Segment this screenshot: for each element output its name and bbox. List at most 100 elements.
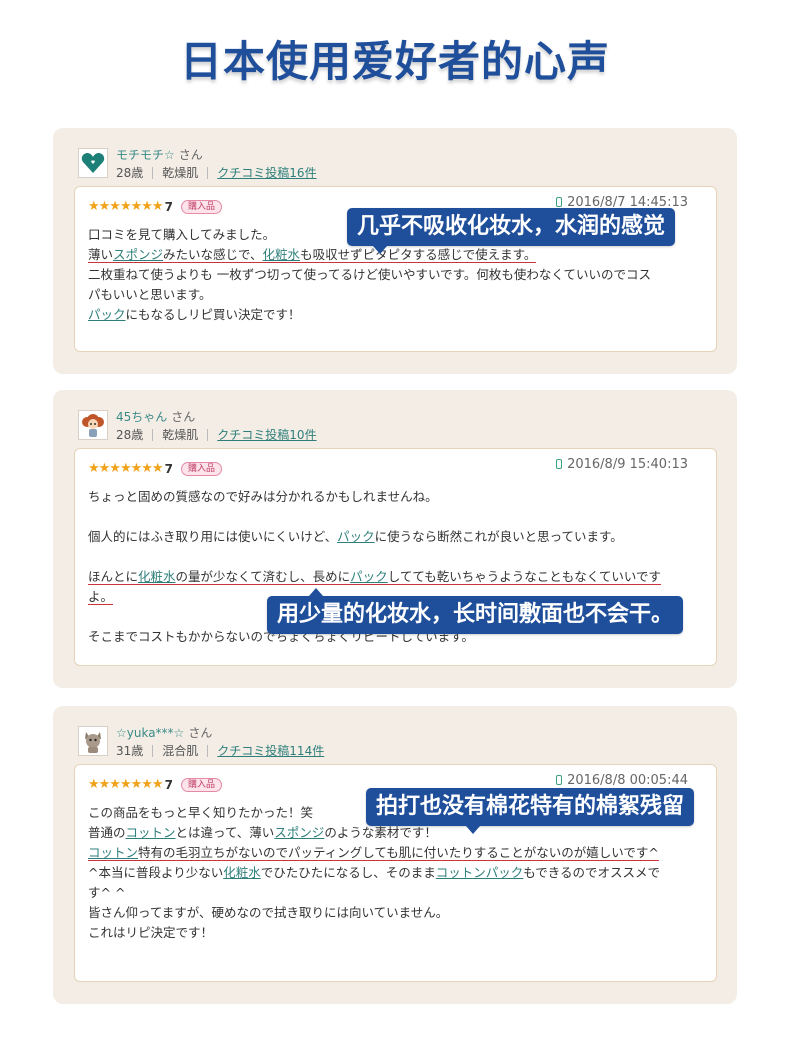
text-segment: ちょっと固めの質感なので好みは分かれるかもしれませんね。 <box>88 489 438 504</box>
star-rating-icon: ★★★★★★★ <box>88 777 164 792</box>
review-line: ちょっと固めの質感なので好みは分かれるかもしれませんね。 <box>88 487 688 507</box>
text-segment: 普通の <box>88 825 126 840</box>
translation-callout: 几乎不吸收化妆水，水润的感觉 <box>347 208 676 254</box>
review-date-text: 2016/8/8 00:05:44 <box>567 773 688 788</box>
keyword-link[interactable]: コットン <box>88 845 138 860</box>
keyword-link[interactable]: 化粧水 <box>223 865 261 880</box>
divider <box>152 745 154 757</box>
heart-avatar-icon[interactable]: ♥ <box>78 148 108 178</box>
purchased-badge: 購入品 <box>180 199 222 214</box>
keyword-link[interactable]: コットンパック <box>436 865 524 880</box>
divider <box>207 167 209 179</box>
rating-value: 7 <box>164 199 173 214</box>
divider <box>207 745 209 757</box>
skin-type: 乾燥肌 <box>162 428 199 442</box>
review-count-link[interactable]: クチコミ投稿10件 <box>217 426 316 443</box>
callout-pointer <box>373 246 387 254</box>
review-line: これはリピ決定です！ <box>88 923 688 943</box>
keyword-link[interactable]: 化粧水 <box>138 569 176 584</box>
review-line: 薄いスポンジみたいな感じで、化粧水も吸収せずピタピタする感じで使えます。 <box>88 245 688 265</box>
review-date: 2016/8/8 00:05:44 <box>556 773 688 788</box>
text-segment: みたいな感じで、 <box>163 247 263 262</box>
mobile-phone-icon <box>556 775 563 785</box>
girl-avatar-icon[interactable] <box>78 410 108 440</box>
keyword-link[interactable]: パック <box>88 307 126 322</box>
divider <box>207 429 209 441</box>
review-line: ほんとに化粧水の量が少なくて済むし、長めにパックしてても乾いちゃうようなこともな… <box>88 567 688 587</box>
text-segment: この商品をもっと早く知りたかった！笑 <box>88 805 314 820</box>
callout-text: 几乎不吸收化妆水，水润的感觉 <box>357 214 666 239</box>
divider <box>152 429 154 441</box>
callout-pointer <box>309 588 323 596</box>
review-line: パックにもなるしリピ買い決定です！ <box>88 305 688 325</box>
mobile-phone-icon <box>556 197 563 207</box>
text-segment: 個人的にはふき取り用には使いにくいけど、 <box>88 529 338 544</box>
honorific: さん <box>171 410 196 424</box>
text-segment: 二枚重ねて使うよりも 一枚ずつ切って使ってるけど使いやすいです。何枚も使わなくて… <box>88 267 651 282</box>
reviewer-name[interactable]: 45ちゃん さん <box>116 408 195 425</box>
text-segment: に使うなら断然これが良いと思っています。 <box>374 529 623 544</box>
keyword-link[interactable]: スポンジ <box>274 825 324 840</box>
review-date: 2016/8/9 15:40:13 <box>556 457 688 472</box>
star-rating-icon: ★★★★★★★ <box>88 199 164 214</box>
keyword-link[interactable]: パック <box>350 569 388 584</box>
text-segment: これはリピ決定です！ <box>88 925 214 940</box>
keyword-link[interactable]: コットン <box>126 825 176 840</box>
text-segment: のような素材です！ <box>324 825 437 840</box>
rating-row: ★★★★★★★ 7 購入品 <box>88 196 222 214</box>
mobile-phone-icon <box>556 459 563 469</box>
text-segment: も吸収せずピタピタする感じで使えます。 <box>300 247 537 262</box>
reviewer-age: 31歳 <box>116 744 144 758</box>
reviewer-meta: 28歳 乾燥肌 クチコミ投稿10件 <box>116 426 317 443</box>
page-title: 日本使用爱好者的心声 <box>179 37 610 86</box>
review-card: ♥ モチモチ☆ さん 28歳 乾燥肌 クチコミ投稿16件 ★★★★★★★ 7 購入品 20… <box>53 128 737 374</box>
highlighted-sentence: よ。 <box>88 589 114 605</box>
keyword-link[interactable]: スポンジ <box>113 247 163 262</box>
skin-type: 混合肌 <box>162 744 199 758</box>
keyword-link[interactable]: パック <box>337 529 375 544</box>
skin-type: 乾燥肌 <box>162 166 199 180</box>
reviewer-meta: 28歳 乾燥肌 クチコミ投稿16件 <box>116 164 317 181</box>
callout-text: 用少量的化妆水，长时间敷面也不会干。 <box>277 602 674 627</box>
reviewer-age: 28歳 <box>116 428 144 442</box>
callout-text: 拍打也没有棉花特有的棉絮残留 <box>376 794 685 819</box>
purchased-badge: 購入品 <box>180 777 222 792</box>
text-segment: の量が少なくて済むし、長めに <box>175 569 351 584</box>
reviewer-meta: 31歳 混合肌 クチコミ投稿114件 <box>116 742 324 759</box>
review-line: ^本当に普段より少ない化粧水でひたひたになるし、そのままコットンパックもできるの… <box>88 863 688 883</box>
highlighted-sentence: 薄いスポンジみたいな感じで、化粧水も吸収せずピタピタする感じで使えます。 <box>88 247 537 263</box>
keyword-link[interactable]: 化粧水 <box>263 247 301 262</box>
highlighted-sentence: コットン特有の毛羽立ちがないのでパッティングしても肌に付いたりすることがないのが… <box>88 845 659 861</box>
reviewer-name-text[interactable]: モチモチ☆ <box>116 148 175 162</box>
cat-avatar-icon[interactable] <box>78 726 108 756</box>
purchased-badge: 購入品 <box>180 461 222 476</box>
review-count-link[interactable]: クチコミ投稿16件 <box>217 164 316 181</box>
text-segment: でひたひたになるし、そのまま <box>260 865 436 880</box>
reviewer-name[interactable]: モチモチ☆ さん <box>116 146 203 163</box>
reviewer-name-text[interactable]: 45ちゃん <box>116 410 167 424</box>
review-line: 個人的にはふき取り用には使いにくいけど、パックに使うなら断然これが良いと思ってい… <box>88 527 688 547</box>
review-line: 二枚重ねて使うよりも 一枚ずつ切って使ってるけど使いやすいです。何枚も使わなくて… <box>88 265 688 285</box>
review-line: す^ ^ <box>88 883 688 903</box>
rating-row: ★★★★★★★ 7 購入品 <box>88 458 222 476</box>
divider <box>152 167 154 179</box>
review-card: 45ちゃん さん 28歳 乾燥肌 クチコミ投稿10件 ★★★★★★★ 7 購入品 2016… <box>53 390 737 688</box>
text-segment: ほんとに <box>88 569 139 584</box>
text-segment: パもいいと思います。 <box>88 287 212 302</box>
star-rating-icon: ★★★★★★★ <box>88 461 164 476</box>
text-segment: してても乾いちゃうようなこともなくていいです <box>387 569 661 584</box>
review-card: ☆yuka***☆ さん 31歳 混合肌 クチコミ投稿114件 ★★★★★★★ 7 購入品… <box>53 706 737 1004</box>
reviewer-name-text[interactable]: ☆yuka***☆ <box>116 726 184 740</box>
review-date-text: 2016/8/9 15:40:13 <box>567 457 688 472</box>
text-segment: 特有の毛羽立ちがないのでパッティングしても肌に付いたりすることがないのが嬉しいで… <box>138 845 659 860</box>
svg-text:♥: ♥ <box>91 160 96 166</box>
reviewer-name[interactable]: ☆yuka***☆ さん <box>116 724 212 741</box>
text-segment: 皆さん仰ってますが、硬めなので拭き取りには向いていません。 <box>88 905 449 920</box>
text-segment: す^ ^ <box>88 885 126 900</box>
review-line: 普通のコットンとは違って、薄いスポンジのような素材です！ <box>88 823 688 843</box>
review-count-link[interactable]: クチコミ投稿114件 <box>217 742 324 759</box>
honorific: さん <box>188 726 213 740</box>
review-line: 皆さん仰ってますが、硬めなので拭き取りには向いていません。 <box>88 903 688 923</box>
